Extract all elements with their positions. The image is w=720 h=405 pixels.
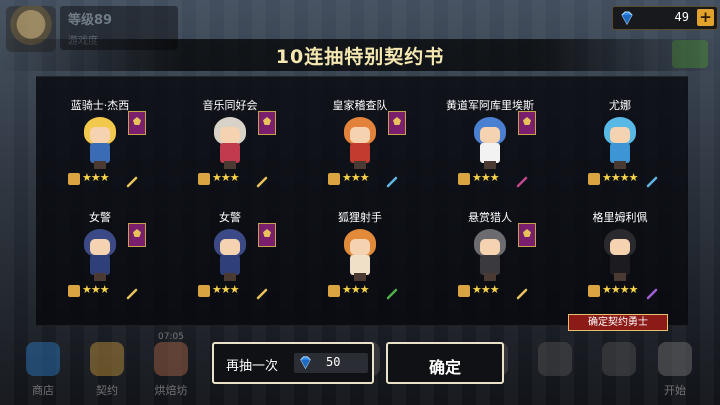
guild-banner-icon xyxy=(388,111,406,135)
nav-icon xyxy=(538,342,572,376)
scroll-icon xyxy=(198,173,210,185)
hero-sprite xyxy=(78,117,122,169)
summon-again-button[interactable]: 再抽一次 50 xyxy=(212,342,374,384)
hero-stars: ★★★ xyxy=(212,171,240,184)
hero-card[interactable]: 女警 ★★★ xyxy=(40,209,160,321)
hero-card[interactable]: 格里姆利佩 ★★★★ xyxy=(560,209,680,321)
nav-item[interactable]: 契约 xyxy=(80,336,134,400)
scroll-icon xyxy=(68,173,80,185)
nav-label: 契约 xyxy=(96,384,118,397)
weapon-icon xyxy=(646,285,658,300)
hero-sprite xyxy=(598,117,642,169)
hero-sprite xyxy=(208,117,252,169)
guild-banner-icon xyxy=(518,223,536,247)
hero-name: 格里姆利佩 xyxy=(592,211,648,224)
hero-sprite xyxy=(468,117,512,169)
weapon-icon xyxy=(516,285,528,300)
guild-banner-icon xyxy=(258,223,276,247)
scroll-icon xyxy=(68,285,80,297)
hero-stars: ★★★★ xyxy=(602,171,638,184)
guild-banner-icon xyxy=(128,223,146,247)
diamond-icon xyxy=(621,11,633,26)
scroll-icon xyxy=(588,285,600,297)
weapon-icon xyxy=(516,173,528,188)
hero-stars: ★★★ xyxy=(472,283,500,296)
guild-banner-icon xyxy=(518,111,536,135)
scroll-icon xyxy=(588,173,600,185)
contract-title: 10连抽特别契约书 xyxy=(275,46,445,68)
scroll-icon xyxy=(328,173,340,185)
nav-item[interactable]: 07:05 烘焙坊 xyxy=(144,332,198,400)
hero-sprite xyxy=(468,229,512,281)
hero-name: 狐狸射手 xyxy=(338,211,382,224)
title-bar: 10连抽特别契约书 xyxy=(0,39,720,71)
hero-stars: ★★★ xyxy=(212,283,240,296)
weapon-icon xyxy=(126,173,138,188)
hero-card[interactable]: 蓝骑士·杰西 ★★★ xyxy=(40,97,160,209)
summon-price-value: 50 xyxy=(326,355,341,369)
confirm-label: 确定 xyxy=(428,358,461,377)
hero-card[interactable]: 狐狸射手 ★★★ xyxy=(300,209,420,321)
player-level: 等级89 xyxy=(68,13,113,28)
weapon-icon xyxy=(126,285,138,300)
nav-icon xyxy=(90,342,124,376)
scroll-icon xyxy=(458,285,470,297)
hero-sprite xyxy=(598,229,642,281)
hero-card[interactable]: 黄道军阿库里埃斯 ★★★ xyxy=(430,97,550,209)
hero-stars: ★★★ xyxy=(82,283,110,296)
weapon-icon xyxy=(256,285,268,300)
hero-stars: ★★★ xyxy=(82,171,110,184)
nav-item[interactable]: 商店 xyxy=(16,336,70,400)
weapon-icon xyxy=(646,173,658,188)
add-gems-button[interactable]: + xyxy=(697,9,714,26)
confirm-hero-tag[interactable]: 确定契约勇士 xyxy=(568,314,668,331)
summon-again-label: 再抽一次 xyxy=(226,359,279,374)
hero-card[interactable]: 悬赏猎人 ★★★ xyxy=(430,209,550,321)
weapon-icon xyxy=(386,285,398,300)
weapon-icon xyxy=(386,173,398,188)
nav-label: 烘焙坊 xyxy=(154,384,188,397)
hero-card[interactable]: 女警 ★★★ xyxy=(170,209,290,321)
gem-counter: 49 + xyxy=(612,6,718,30)
nav-icon xyxy=(26,342,60,376)
nav-item[interactable] xyxy=(528,336,582,400)
nav-label: 商店 xyxy=(32,384,54,397)
hero-sprite xyxy=(338,117,382,169)
hero-name: 尤娜 xyxy=(609,99,631,112)
guild-banner-icon xyxy=(128,111,146,135)
confirm-button[interactable]: 确定 xyxy=(386,342,504,384)
hero-stars: ★★★ xyxy=(342,283,370,296)
scroll-icon xyxy=(198,285,210,297)
hero-stars: ★★★ xyxy=(472,171,500,184)
gem-count: 49 xyxy=(674,10,689,24)
guild-banner-icon xyxy=(258,111,276,135)
hero-card[interactable]: 音乐同好会 ★★★ xyxy=(170,97,290,209)
top-bar: 等级89 游戏度 49 + xyxy=(0,0,720,52)
nav-icon xyxy=(602,342,636,376)
hero-sprite xyxy=(338,229,382,281)
hero-card[interactable]: 皇家稽查队 ★★★ xyxy=(300,97,420,209)
scroll-icon xyxy=(328,285,340,297)
summon-price: 50 xyxy=(294,353,368,373)
hero-sprite xyxy=(78,229,122,281)
nav-icon xyxy=(154,342,188,376)
weapon-icon xyxy=(256,173,268,188)
nav-item[interactable] xyxy=(592,336,646,400)
nav-label: 开始 xyxy=(664,384,686,397)
nav-icon xyxy=(658,342,692,376)
diamond-icon xyxy=(300,356,311,370)
hero-stars: ★★★ xyxy=(342,171,370,184)
nav-timer: 07:05 xyxy=(158,332,184,342)
hero-sprite xyxy=(208,229,252,281)
hero-stars: ★★★★ xyxy=(602,283,638,296)
nav-item[interactable]: 开始 xyxy=(648,336,702,400)
hero-card[interactable]: 尤娜 ★★★★ xyxy=(560,97,680,209)
scroll-icon xyxy=(458,173,470,185)
summon-results-panel: 蓝骑士·杰西 ★★★ 音乐同好会 ★★★ 皇家稽查队 ★★★ 黄道军阿库里埃斯 ★★★ 尤娜 ★★… xyxy=(36,76,688,326)
